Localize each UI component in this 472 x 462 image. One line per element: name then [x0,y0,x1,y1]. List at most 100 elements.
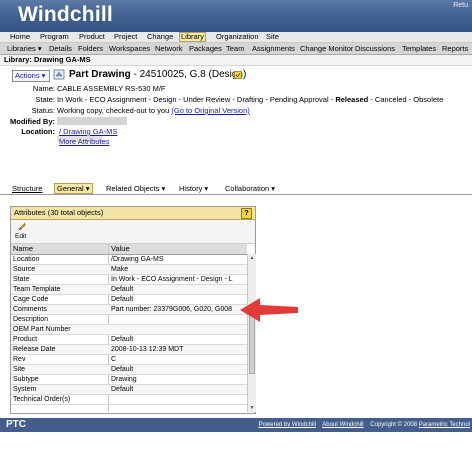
tab-related-objects[interactable]: Related Objects ▾ [106,183,165,194]
footer: PTC Powered by Windchill About Windchill… [0,418,472,432]
modified-by-label: Modified By: [10,117,55,126]
footer-links: Powered by Windchill About Windchill Cop… [259,418,470,432]
location-link[interactable]: / Drawing GA-MS [59,127,117,136]
powered-by-link[interactable]: Powered by Windchill [259,422,316,428]
attribute-value[interactable]: 2008-10-13 12:39 MDT [111,345,245,354]
return-link[interactable]: Retu [453,2,468,9]
tab-network[interactable]: Network [155,43,183,54]
menu-product[interactable]: Product [79,32,105,42]
column-name[interactable]: Name [13,244,33,254]
original-version-link[interactable]: (Go to Original Version) [171,106,249,115]
attributes-panel: Attributes (30 total objects) ? Edit Nam… [10,206,256,414]
ptc-logo: PTC [6,419,26,430]
edit-button[interactable]: Edit [15,233,26,240]
menu-program[interactable]: Program [40,32,69,42]
tab-packages[interactable]: Packages [189,43,222,54]
attribute-name: Comments [13,306,47,313]
attribute-name: System [13,386,37,393]
state-prefix: In Work - ECO Assignment - Design - Unde… [57,95,334,104]
table-row: Subtype Drawing [11,375,247,385]
state-label: State: [35,95,55,104]
part-drawing-icon [53,69,65,80]
status-text: Working copy, checked-out to you [57,106,172,115]
tab-general[interactable]: General ▾ [54,183,93,194]
attributes-toolbar: Edit [11,220,255,244]
about-link[interactable]: About Windchill [322,422,363,428]
tab-folders[interactable]: Folders [78,43,103,54]
table-row: Team Template Default [11,285,247,295]
table-row: Source Make [11,265,247,275]
menu-library[interactable]: Library [179,32,206,42]
name-label: Name: [32,84,55,93]
title-type: Part Drawing [69,69,131,80]
detail-tabs: Structure General ▾ Related Objects ▾ Hi… [0,183,472,195]
menu-change[interactable]: Change [147,32,173,42]
copyright-text: Copyright © 2008 [370,422,419,428]
attribute-name: Release Date [13,346,56,353]
tab-change-monitor[interactable]: Change Monitor [300,43,353,54]
tab-libraries[interactable]: Libraries ▾ [7,43,42,54]
attribute-name: Source [13,266,36,273]
attribute-value[interactable]: Default [111,385,245,394]
context-bar: Library: Drawing GA-MS [0,55,472,66]
attribute-value[interactable]: /Drawing GA-MS [111,255,245,264]
attribute-name: Subtype [13,376,39,383]
menu-site[interactable]: Site [266,32,279,42]
table-row: Technical Order(s) [11,395,247,405]
tab-discussions[interactable]: Discussions [355,43,395,54]
table-row: Comments Part number: 23379G006, G020, G0… [11,305,247,315]
column-value[interactable]: Value [111,244,130,254]
scroll-down-icon[interactable]: ▼ [249,405,255,411]
table-row: OEM Part Number [11,325,247,335]
table-row: Site Default [11,365,247,375]
attribute-value[interactable]: Default [111,365,245,374]
attribute-name: Technical Order(s) [13,396,71,403]
tab-workspaces[interactable]: Workspaces [109,43,150,54]
page-title: Part Drawing - 24510025, G.8 (Design) [69,69,246,80]
table-row: Description [11,315,247,325]
tab-team[interactable]: Team [226,43,244,54]
pencil-icon[interactable] [17,222,27,232]
attribute-value[interactable]: Part number: 23379G006, G020, G008 [111,305,245,314]
tab-details[interactable]: Details [49,43,72,54]
tab-history[interactable]: History ▾ [179,183,208,194]
table-row: Location/Drawing GA-MS [11,255,247,265]
name-value: CABLE ASSEMBLY RS-530 M/F [57,84,166,93]
actions-dropdown[interactable]: Actions ▾ [12,70,50,82]
attribute-name: Description [13,316,49,323]
menu-project[interactable]: Project [114,32,137,42]
attribute-name: Site [13,366,26,373]
library-context: Library: Drawing GA-MS [4,55,91,64]
tab-templates[interactable]: Templates [402,43,436,54]
attribute-value[interactable]: C [111,355,245,364]
table-scrollbar[interactable]: ▲ ▼ [247,254,256,412]
attribute-value[interactable]: Default [111,285,245,294]
help-icon[interactable]: ? [241,208,252,219]
attributes-title: Attributes (30 total objects) [14,208,104,217]
attributes-header: Attributes (30 total objects) ? [11,207,255,220]
parametric-link[interactable]: Parametric Technol [419,422,470,428]
status-value: Working copy, checked-out to you (Go to … [57,106,250,115]
tab-structure[interactable]: Structure [12,183,42,194]
tab-assignments[interactable]: Assignments [252,43,295,54]
table-row: Rev C [11,355,247,365]
attribute-value[interactable]: Default [111,295,245,304]
redacted-user [57,117,127,125]
attribute-value[interactable]: In Work - ECO Assignment - Design - L [111,275,245,284]
attribute-value[interactable]: Drawing [111,375,245,384]
more-attributes-link[interactable]: More Attributes [59,137,109,146]
tab-reports[interactable]: Reports [442,43,468,54]
attribute-name: Team Template [13,286,61,293]
table-row: Cage Code Default [11,295,247,305]
scroll-up-icon[interactable]: ▲ [249,255,255,261]
table-row: State In Work - ECO Assignment - Design -… [11,275,247,285]
state-current: Released [335,95,369,104]
attribute-name: Location [13,256,40,263]
table-row: Product Default [11,335,247,345]
tab-collaboration[interactable]: Collaboration ▾ [225,183,275,194]
attribute-value[interactable]: Default [111,335,245,344]
menu-organization[interactable]: Organization [216,32,259,42]
windchill-logo: Windchill [18,3,113,26]
attribute-value[interactable]: Make [111,265,245,274]
menu-home[interactable]: Home [10,32,30,42]
